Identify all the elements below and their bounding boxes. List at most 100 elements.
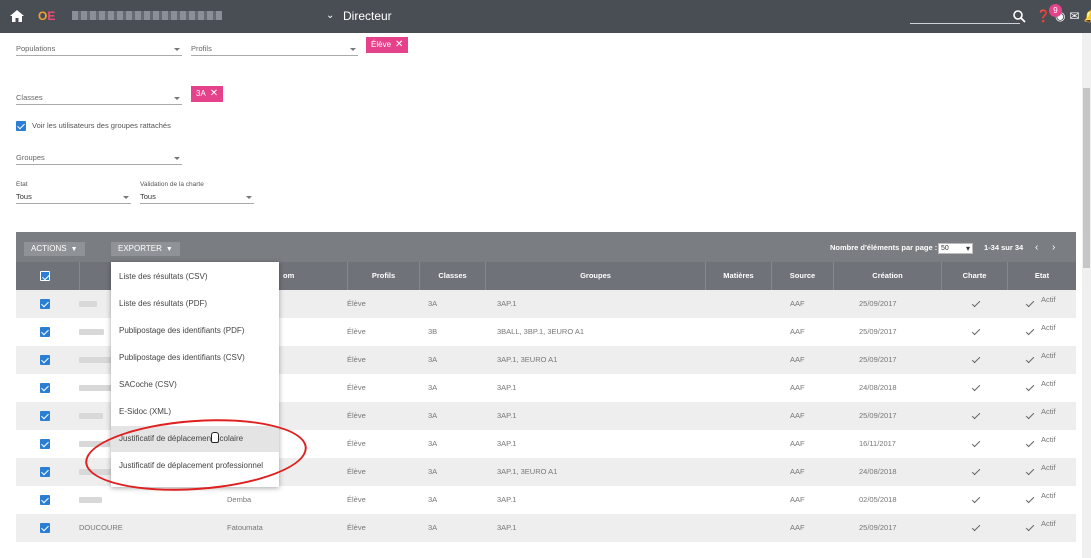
row-creation: 25/09/2017 — [859, 411, 897, 420]
row-etat: Actif — [1041, 379, 1056, 388]
column-source[interactable]: Source — [771, 262, 833, 290]
row-classe: 3A — [428, 439, 438, 448]
populations-select[interactable]: Populations — [16, 44, 182, 56]
per-page-label: Nombre d'éléments par page : — [830, 243, 938, 252]
caret-down-icon: ▼ — [165, 246, 173, 253]
row-etat: Actif — [1041, 295, 1056, 304]
row-creation: 16/11/2017 — [859, 439, 896, 448]
column-matieres[interactable]: Matières — [705, 262, 771, 290]
row-checkbox[interactable] — [40, 355, 50, 365]
row-source: AAF — [790, 355, 805, 364]
show-attached-label: Voir les utilisateurs des groupes rattac… — [32, 121, 171, 130]
etat-check-icon — [1025, 411, 1035, 421]
row-groupes: 3AP.1 — [497, 299, 517, 308]
row-checkbox[interactable] — [40, 383, 50, 393]
charte-check-icon — [971, 383, 981, 393]
charte-check-icon — [971, 299, 981, 309]
etat-check-icon — [1025, 495, 1035, 505]
row-etat: Actif — [1041, 407, 1056, 416]
charte-label: Validation de la charte — [140, 181, 204, 188]
row-creation: 24/08/2018 — [859, 383, 897, 392]
row-checkbox[interactable] — [40, 467, 50, 477]
row-checkbox[interactable] — [40, 411, 50, 421]
row-source: AAF — [790, 383, 805, 392]
row-creation: 02/05/2018 — [859, 495, 897, 504]
mail-icon[interactable]: ✉ — [1069, 9, 1079, 23]
etat-select[interactable]: Tous — [16, 192, 131, 204]
column-classes[interactable]: Classes — [419, 262, 485, 290]
row-nom-blurred — [79, 357, 111, 363]
search-icon[interactable] — [1012, 9, 1026, 23]
role-selector[interactable]: Directeur — [343, 9, 392, 23]
row-etat: Actif — [1041, 463, 1056, 472]
per-page-select[interactable]: 50 — [938, 243, 973, 254]
column-charte[interactable]: Charte — [941, 262, 1007, 290]
column-creation[interactable]: Création — [833, 262, 941, 290]
row-creation: 25/09/2017 — [859, 299, 897, 308]
charte-check-icon — [971, 355, 981, 365]
scrollbar-thumb[interactable] — [1083, 88, 1090, 268]
row-checkbox[interactable] — [40, 327, 50, 337]
etat-label: Etat — [16, 181, 28, 188]
export-item-results-csv[interactable]: Liste des résultats (CSV) — [111, 264, 279, 290]
row-groupes: 3AP.1, 3EURO A1 — [497, 467, 558, 476]
row-profil: Élève — [347, 411, 366, 420]
row-checkbox[interactable] — [40, 439, 50, 449]
next-page-button[interactable]: › — [1052, 242, 1055, 253]
select-all-checkbox[interactable] — [40, 271, 50, 281]
home-icon[interactable] — [10, 10, 24, 22]
row-checkbox[interactable] — [40, 495, 50, 505]
charte-check-icon — [971, 523, 981, 533]
column-profils[interactable]: Profils — [347, 262, 419, 290]
caret-down-icon — [246, 196, 252, 199]
charte-select[interactable]: Tous — [140, 192, 254, 204]
row-profil: Élève — [347, 439, 366, 448]
row-classe: 3A — [428, 383, 438, 392]
row-source: AAF — [790, 467, 805, 476]
search-input[interactable] — [910, 23, 1020, 24]
prev-page-button[interactable]: ‹ — [1035, 242, 1038, 253]
row-groupes: 3BALL, 3BP.1, 3EURO A1 — [497, 327, 585, 336]
row-source: AAF — [790, 299, 805, 308]
classes-select[interactable]: Classes — [16, 93, 182, 105]
profil-chip[interactable]: Élève ✕ — [366, 37, 409, 53]
export-item-results-pdf[interactable]: Liste des résultats (PDF) — [111, 291, 279, 317]
etat-check-icon — [1025, 299, 1035, 309]
school-name-blurred — [72, 11, 222, 20]
chevron-down-icon[interactable]: ⌄ — [326, 10, 334, 21]
export-item-sacoche[interactable]: SACoche (CSV) — [111, 372, 279, 398]
row-creation: 25/09/2017 — [859, 327, 897, 336]
exporter-button[interactable]: EXPORTER ▼ — [111, 242, 180, 256]
classe-chip[interactable]: 3A ✕ — [191, 86, 224, 102]
etat-check-icon — [1025, 523, 1035, 533]
actions-button[interactable]: ACTIONS ▼ — [24, 242, 85, 256]
charte-check-icon — [971, 327, 981, 337]
row-nom-blurred — [79, 497, 102, 503]
groupes-select[interactable]: Groupes — [16, 153, 182, 165]
row-checkbox[interactable] — [40, 523, 50, 533]
row-etat: Actif — [1041, 351, 1056, 360]
bell-icon[interactable]: 🔔 — [1084, 9, 1091, 23]
show-attached-checkbox[interactable] — [16, 121, 26, 131]
row-creation: 24/08/2018 — [859, 467, 897, 476]
row-checkbox[interactable] — [40, 299, 50, 309]
row-etat: Actif — [1041, 491, 1056, 500]
row-source: AAF — [790, 327, 805, 336]
charte-check-icon — [971, 467, 981, 477]
column-groupes[interactable]: Groupes — [485, 262, 705, 290]
export-item-ids-csv[interactable]: Publipostage des identifiants (CSV) — [111, 345, 279, 371]
row-etat: Actif — [1041, 519, 1056, 528]
close-icon[interactable]: ✕ — [395, 39, 403, 50]
row-profil: Élève — [347, 327, 366, 336]
page-scrollbar[interactable] — [1082, 33, 1091, 558]
close-icon[interactable]: ✕ — [210, 88, 218, 99]
row-classe: 3B — [428, 327, 438, 336]
profils-select[interactable]: Profils — [191, 44, 358, 56]
export-item-ids-pdf[interactable]: Publipostage des identifiants (PDF) — [111, 318, 279, 344]
etat-check-icon — [1025, 467, 1035, 477]
charte-check-icon — [971, 439, 981, 449]
app-logo[interactable]: OE — [38, 9, 55, 23]
table-row[interactable]: DOUCOURE Fatoumata Élève 3A 3AP.1 AAF 25/09/20… — [16, 514, 1076, 542]
etat-check-icon — [1025, 355, 1035, 365]
row-source: AAF — [790, 495, 805, 504]
